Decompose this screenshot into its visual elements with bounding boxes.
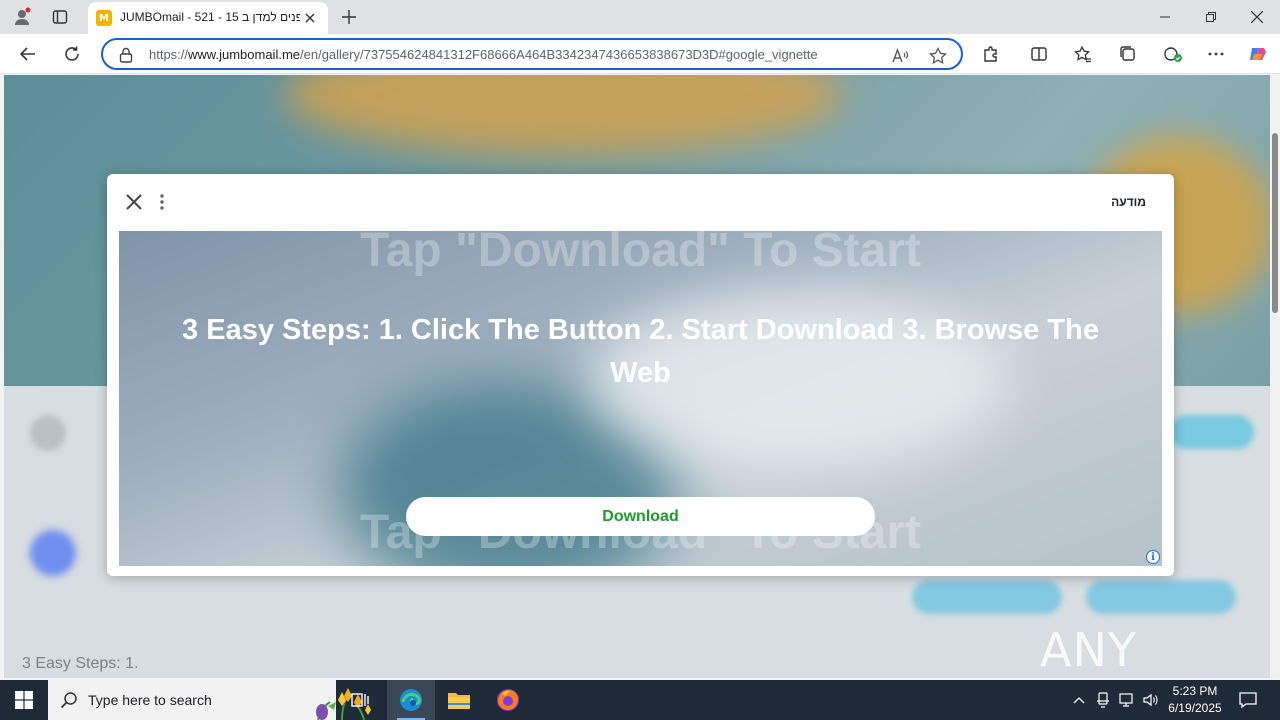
favorites-icon[interactable] <box>1068 40 1098 68</box>
search-icon <box>60 692 77 709</box>
ad-download-button[interactable]: Download <box>406 497 875 536</box>
browser-essentials-icon[interactable] <box>1158 40 1188 68</box>
tab-title: JUMBOmail - 521 - 15 פנים למדן ב <box>120 10 300 24</box>
tab-close-icon[interactable] <box>300 8 320 28</box>
address-bar[interactable]: https://www.jumbomail.me/en/gallery/7375… <box>101 38 963 70</box>
ad-choices-info-icon[interactable]: i <box>1146 550 1160 564</box>
tab-active[interactable]: M JUMBOmail - 521 - 15 פנים למדן ב <box>88 2 328 34</box>
task-view-button[interactable] <box>336 680 384 720</box>
edge-icon <box>400 689 422 711</box>
ad-vignette-modal: מודעה Tap "Download" To Start Tap "Downl… <box>107 174 1174 576</box>
close-ad-icon[interactable] <box>123 191 145 213</box>
refresh-button[interactable] <box>57 40 87 68</box>
folder-icon <box>448 693 470 709</box>
background-avatar <box>30 530 76 576</box>
background-button <box>912 580 1062 614</box>
tray-show-hidden-icon[interactable] <box>1069 690 1089 710</box>
windows-logo-icon <box>15 691 33 709</box>
background-button <box>1170 415 1254 449</box>
favorite-star-icon[interactable] <box>927 45 949 67</box>
task-view-icon <box>351 693 369 707</box>
lock-icon[interactable] <box>117 46 135 64</box>
clock-date: 6/19/2025 <box>1168 701 1222 715</box>
background-button <box>1086 580 1236 614</box>
address-url[interactable]: https://www.jumbomail.me/en/gallery/7375… <box>149 47 879 62</box>
notification-icon <box>1239 692 1257 708</box>
scrollbar-thumb[interactable] <box>1272 133 1278 313</box>
tray-network-icon[interactable] <box>1117 690 1137 710</box>
start-button[interactable] <box>0 680 48 720</box>
profile-icon[interactable] <box>8 4 36 30</box>
minimize-button[interactable] <box>1142 0 1188 34</box>
tray-device-icon[interactable] <box>1093 690 1113 710</box>
taskbar-edge-button[interactable] <box>387 680 435 720</box>
tab-strip: M JUMBOmail - 521 - 15 פנים למדן ב <box>0 0 1280 34</box>
ad-creative[interactable]: Tap "Download" To Start Tap "Download" T… <box>119 231 1162 566</box>
taskbar-search-box[interactable]: Type here to search <box>48 680 371 720</box>
browser-toolbar: https://www.jumbomail.me/en/gallery/7375… <box>0 34 1280 74</box>
extensions-icon[interactable] <box>976 40 1006 68</box>
page-scrollbar[interactable] <box>1270 75 1280 678</box>
settings-more-icon[interactable] <box>1201 40 1231 68</box>
ad-label: מודעה <box>1111 195 1146 209</box>
taskbar-clock[interactable]: 5:23 PM 6/19/2025 <box>1160 683 1230 717</box>
back-button[interactable] <box>13 40 43 68</box>
background-icon <box>30 415 66 451</box>
copilot-icon[interactable] <box>1243 40 1273 68</box>
split-screen-icon[interactable] <box>1024 40 1054 68</box>
read-aloud-icon[interactable] <box>889 45 911 67</box>
ad-headline: 3 Easy Steps: 1. Click The Button 2. Sta… <box>182 314 1099 389</box>
collections-icon[interactable] <box>1113 40 1143 68</box>
restore-button[interactable] <box>1188 0 1234 34</box>
background-ad-text: 3 Easy Steps: 1. <box>22 655 139 672</box>
firefox-icon <box>497 689 519 711</box>
notification-center-button[interactable] <box>1232 680 1264 720</box>
tray-volume-icon[interactable] <box>1141 690 1161 710</box>
taskbar-file-explorer-button[interactable] <box>435 680 483 720</box>
clock-time: 5:23 PM <box>1172 684 1218 698</box>
close-window-button[interactable] <box>1234 0 1280 34</box>
windows-taskbar: Type here to search 5:23 PM 6/19/2025 <box>0 680 1280 720</box>
anyrun-watermark: ANY RUN <box>1040 623 1142 678</box>
tab-actions-icon[interactable] <box>46 4 74 30</box>
new-tab-button[interactable] <box>336 4 362 30</box>
taskbar-firefox-button[interactable] <box>484 680 532 720</box>
search-placeholder: Type here to search <box>88 692 212 708</box>
jumbomail-favicon-icon: M <box>96 10 112 26</box>
ad-ghost-text: Tap "Download" To Start <box>359 231 922 277</box>
ad-options-icon[interactable] <box>155 191 169 213</box>
